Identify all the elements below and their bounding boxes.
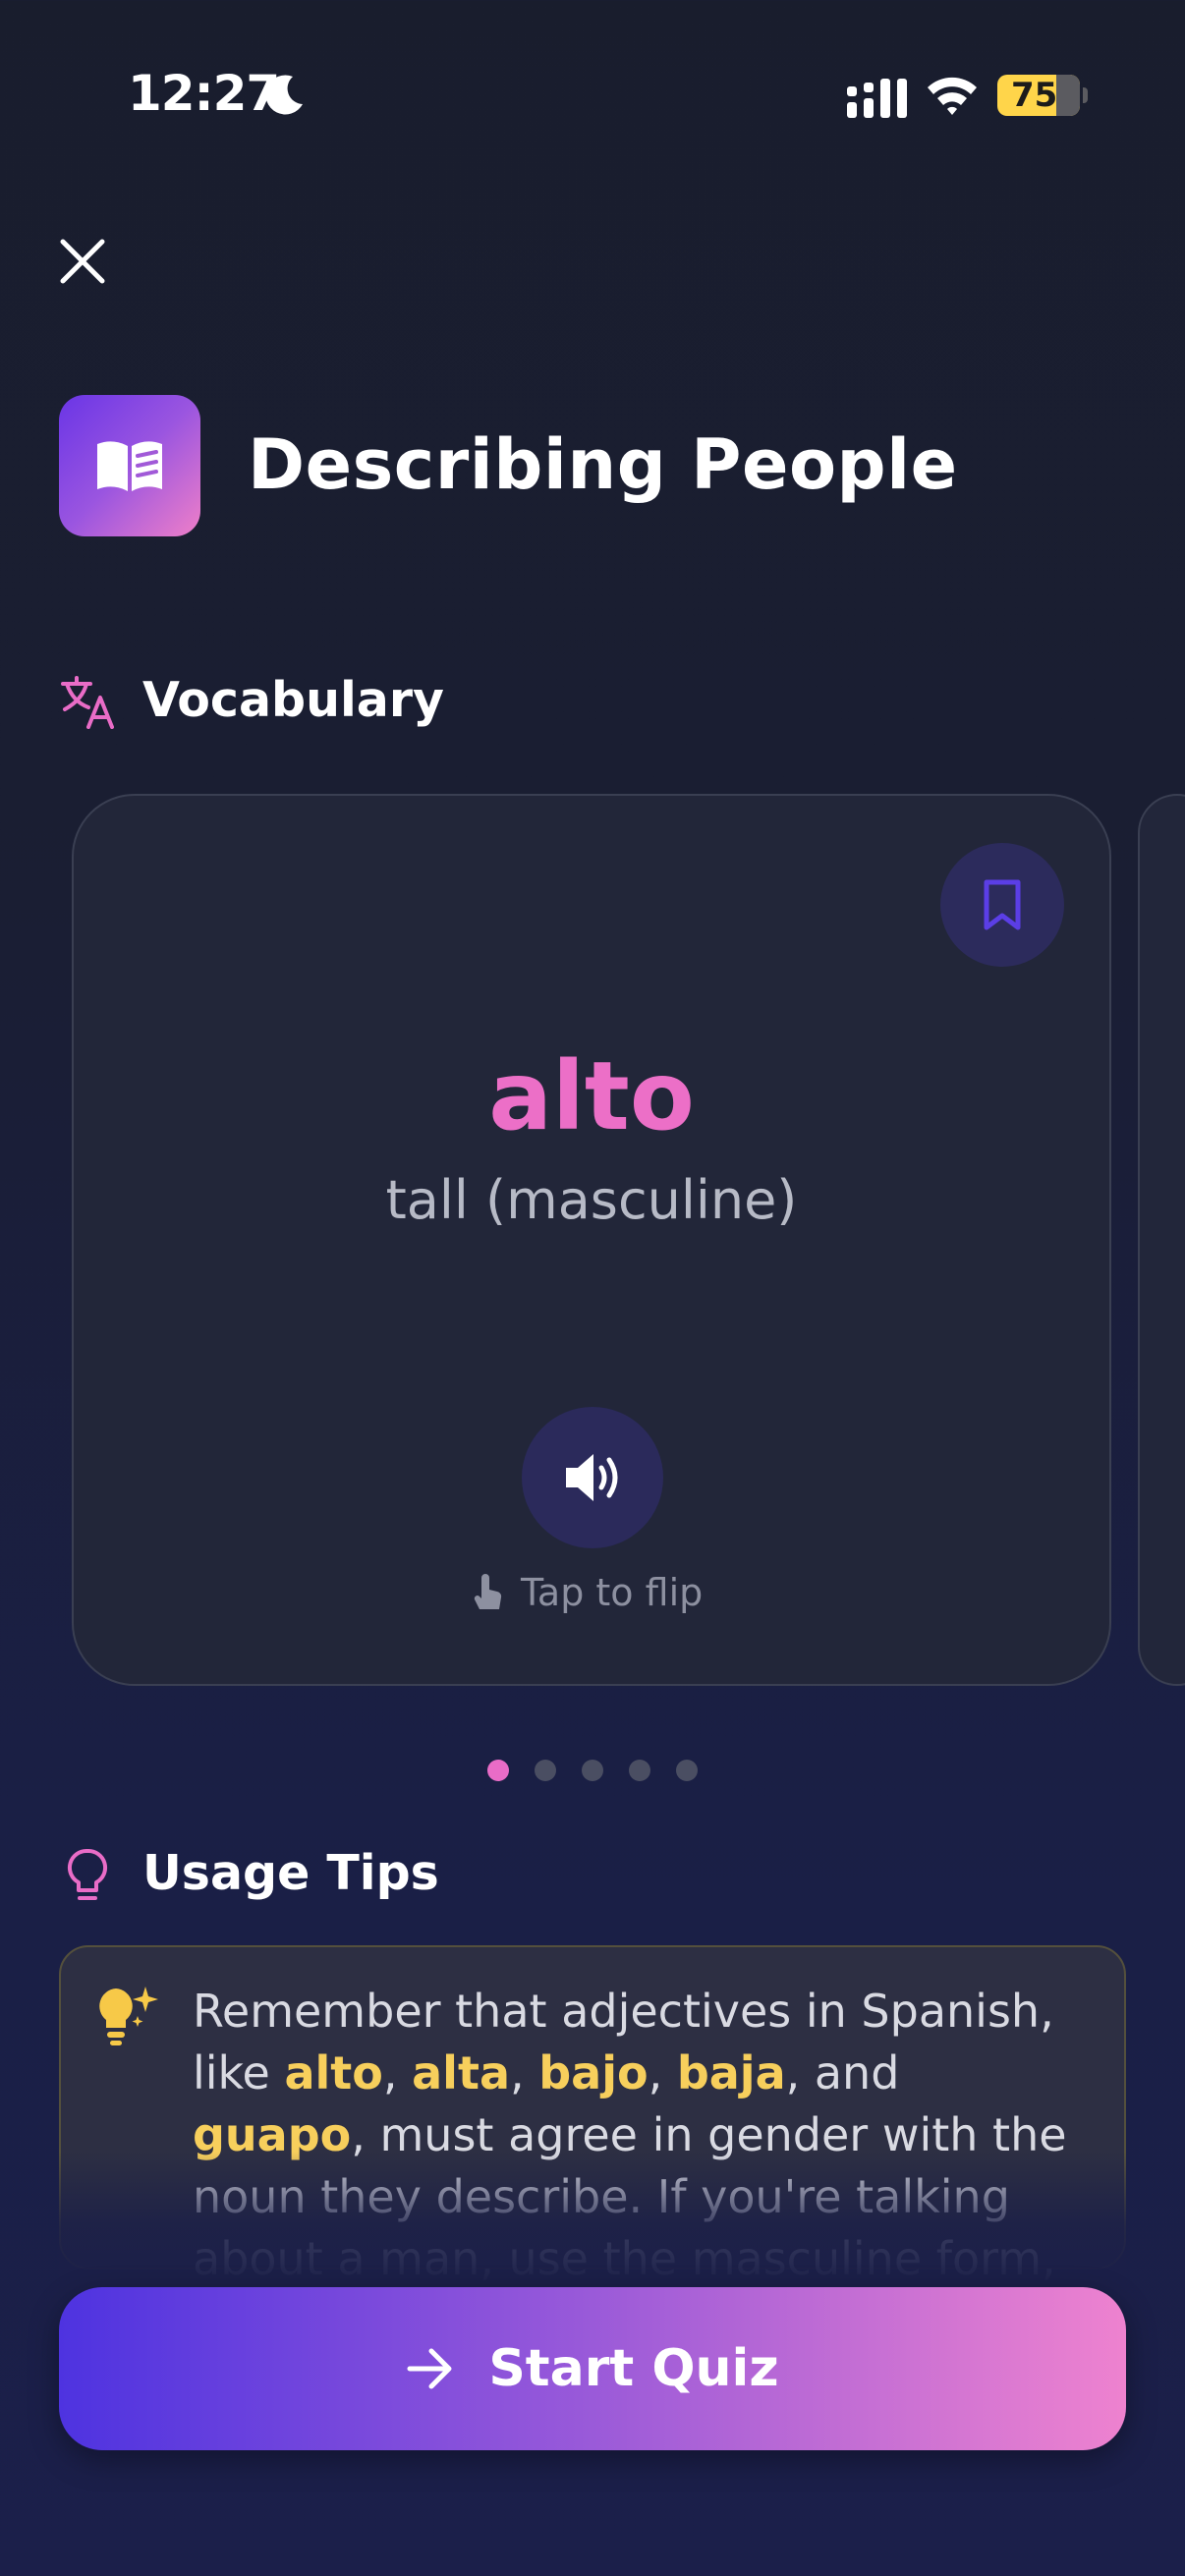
tip-text-segment: , [382,2046,413,2100]
page-title: Describing People [248,424,958,505]
flashcard-word: alto [488,1041,695,1151]
tip-highlight-word: alta [412,2046,510,2100]
battery-level: 75 [1011,76,1058,115]
arrow-right-icon [407,2348,452,2389]
bookmark-button[interactable] [940,843,1064,967]
lesson-icon [59,395,200,536]
status-time: 12:27 [128,65,280,122]
start-quiz-label: Start Quiz [488,2339,779,2398]
tap-to-flip-hint: Tap to flip [472,1568,703,1617]
tip-highlight-word: alto [284,2046,383,2100]
next-flashcard-peek[interactable] [1138,794,1185,1686]
tip-text-segment: , and [785,2046,900,2100]
moon-icon [265,75,303,115]
flashcard-translation: tall (masculine) [385,1169,798,1231]
play-audio-button[interactable] [522,1407,663,1548]
translate-icon [61,676,114,729]
speaker-icon [566,1454,618,1501]
tap-hand-icon [474,1574,502,1609]
sparkle-bulb-icon [99,1987,158,2045]
usage-tips-section-label: Usage Tips [142,1845,439,1901]
scroll-fade-overlay [59,2152,1126,2289]
bookmark-icon [984,879,1021,930]
vocabulary-section-label: Vocabulary [142,672,444,728]
tip-text-segment: , [648,2046,677,2100]
close-icon[interactable] [57,236,108,287]
card-pagination [487,1760,698,1781]
pagination-dot-5[interactable] [676,1760,698,1781]
hint-text: Tap to flip [521,1571,704,1614]
wifi-icon [928,77,977,115]
tip-text-segment: , [509,2046,539,2100]
pagination-dot-1[interactable] [487,1760,509,1781]
pagination-dot-3[interactable] [582,1760,603,1781]
pagination-dot-4[interactable] [629,1760,650,1781]
open-book-icon [97,441,162,491]
start-quiz-button[interactable]: Start Quiz [59,2287,1126,2450]
tip-highlight-word: baja [676,2046,786,2100]
tip-highlight-word: bajo [538,2046,649,2100]
lightbulb-icon [67,1848,108,1900]
pagination-dot-2[interactable] [535,1760,556,1781]
battery-icon: 75 [997,75,1088,116]
cellular-signal-icon [847,79,907,118]
